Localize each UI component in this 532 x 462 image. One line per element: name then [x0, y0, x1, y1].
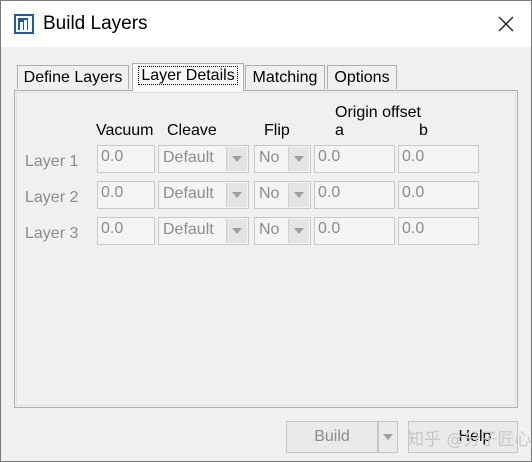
tab-matching[interactable]: Matching [245, 65, 325, 89]
header-cleave: Cleave [167, 122, 217, 139]
chevron-down-icon [288, 183, 309, 207]
layer-1-offset-a-input[interactable]: 0.0 [314, 145, 395, 173]
tab-layer-details[interactable]: Layer Details [132, 63, 244, 91]
header-flip: Flip [264, 122, 290, 139]
layer-2-cleave-value: Default [163, 185, 214, 202]
build-menu-button[interactable] [378, 421, 398, 453]
layer-2-offset-a-input[interactable]: 0.0 [314, 181, 395, 209]
layer-1-label: Layer 1 [25, 153, 79, 170]
layer-1-cleave-select[interactable]: Default [158, 145, 249, 173]
layer-2-flip-select[interactable]: No [254, 181, 311, 209]
tab-define-layers[interactable]: Define Layers [17, 65, 129, 89]
chevron-down-icon [288, 147, 309, 171]
layer-3-offset-b-input[interactable]: 0.0 [398, 217, 479, 245]
chevron-down-icon [288, 219, 309, 243]
build-layers-app-icon [14, 14, 34, 34]
layer-2-cleave-select[interactable]: Default [158, 181, 249, 209]
layer-2-label: Layer 2 [25, 189, 79, 206]
layer-1-flip-select[interactable]: No [254, 145, 311, 173]
layer-3-offset-a-input[interactable]: 0.0 [314, 217, 395, 245]
title-bar: Build Layers [1, 1, 531, 47]
close-button[interactable] [489, 10, 523, 38]
layer-3-cleave-value: Default [163, 221, 214, 238]
chevron-down-icon [226, 219, 247, 243]
layer-2-offset-b-input[interactable]: 0.0 [398, 181, 479, 209]
tab-label: Define Layers [23, 69, 123, 86]
layer-3-flip-value: No [259, 221, 280, 238]
layer-1-vacuum-input[interactable]: 0.0 [97, 145, 155, 173]
close-icon [498, 16, 514, 32]
window-title: Build Layers [43, 13, 148, 34]
layer-1-offset-b-input[interactable]: 0.0 [398, 145, 479, 173]
build-button[interactable]: Build [286, 421, 378, 453]
watermark: 知乎 @分子匠心 [407, 430, 532, 450]
layer-2-vacuum-input[interactable]: 0.0 [97, 181, 155, 209]
layer-1-flip-value: No [259, 149, 280, 166]
layer-3-cleave-select[interactable]: Default [158, 217, 249, 245]
tab-label: Layer Details [138, 66, 238, 85]
layer-1-cleave-value: Default [163, 149, 214, 166]
layer-3-flip-select[interactable]: No [254, 217, 311, 245]
chevron-down-icon [226, 183, 247, 207]
header-vacuum: Vacuum [96, 122, 154, 139]
layer-3-label: Layer 3 [25, 225, 79, 242]
header-a: a [335, 122, 344, 139]
tab-label: Matching [252, 69, 318, 86]
build-layers-dialog: Build Layers Define Layers Layer Details… [0, 0, 532, 462]
header-origin-offset: Origin offset [335, 104, 421, 121]
tab-label: Options [334, 69, 390, 86]
chevron-down-icon [226, 147, 247, 171]
header-b: b [419, 122, 428, 139]
layer-2-flip-value: No [259, 185, 280, 202]
tab-options[interactable]: Options [327, 65, 397, 89]
layer-3-vacuum-input[interactable]: 0.0 [97, 217, 155, 245]
chevron-down-icon [383, 434, 393, 440]
